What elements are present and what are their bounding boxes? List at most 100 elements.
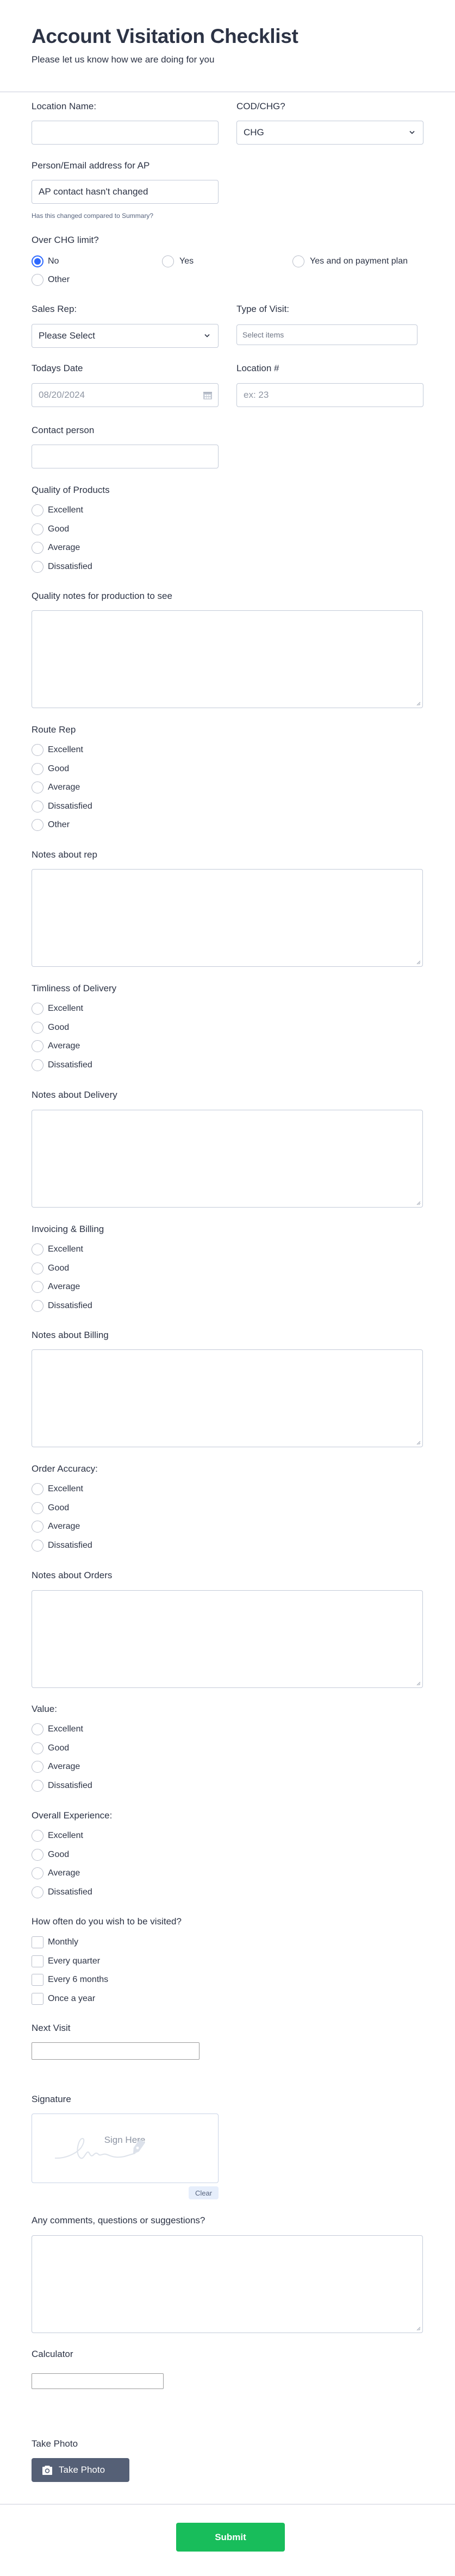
- radio-button[interactable]: [32, 1830, 43, 1842]
- radio-option[interactable]: Average: [32, 542, 162, 554]
- radio-button-selected[interactable]: [32, 255, 43, 267]
- radio-option[interactable]: Dissatisfied: [32, 560, 162, 573]
- notes-textarea[interactable]: [32, 869, 423, 967]
- calculator-input[interactable]: [32, 2373, 164, 2389]
- ap-contact-input[interactable]: AP contact hasn't changed: [32, 180, 219, 204]
- radio-option[interactable]: Dissatisfied: [32, 1539, 162, 1552]
- radio-button[interactable]: [32, 744, 43, 756]
- resize-handle-icon[interactable]: [416, 1681, 421, 1686]
- radio-option[interactable]: Average: [32, 1040, 162, 1053]
- radio-option[interactable]: Average: [32, 1867, 162, 1880]
- radio-option[interactable]: Average: [32, 1281, 162, 1293]
- type-of-visit-multiselect[interactable]: Select items: [236, 324, 417, 345]
- resize-handle-icon[interactable]: [416, 1441, 421, 1445]
- radio-button[interactable]: [32, 274, 43, 286]
- radio-button[interactable]: [32, 1299, 43, 1312]
- notes-textarea[interactable]: [32, 1590, 423, 1688]
- radio-button[interactable]: [32, 781, 43, 794]
- resize-handle-icon[interactable]: [416, 702, 421, 706]
- radio-option[interactable]: Other: [32, 819, 162, 831]
- radio-button[interactable]: [32, 1021, 43, 1034]
- radio-option[interactable]: Average: [32, 1761, 162, 1773]
- radio-button[interactable]: [32, 1779, 43, 1792]
- location-number-input[interactable]: ex: 23: [236, 383, 423, 407]
- radio-button[interactable]: [32, 1262, 43, 1274]
- radio-option-no[interactable]: No: [32, 255, 162, 267]
- comments-textarea[interactable]: [32, 2235, 423, 2333]
- radio-button[interactable]: [32, 1059, 43, 1071]
- radio-option[interactable]: Good: [32, 1742, 162, 1754]
- radio-option[interactable]: Good: [32, 762, 162, 775]
- radio-button[interactable]: [32, 523, 43, 535]
- radio-button[interactable]: [32, 1281, 43, 1293]
- checkbox[interactable]: [32, 1936, 43, 1948]
- signature-clear-button[interactable]: Clear: [189, 2186, 219, 2199]
- radio-option[interactable]: Excellent: [32, 744, 162, 756]
- radio-option[interactable]: Excellent: [32, 1830, 162, 1842]
- checkbox-option[interactable]: Monthly: [32, 1936, 162, 1948]
- take-photo-button[interactable]: Take Photo: [32, 2458, 129, 2482]
- sales-rep-select[interactable]: Please Select: [32, 324, 219, 348]
- radio-button[interactable]: [32, 1502, 43, 1514]
- radio-option[interactable]: Good: [32, 1262, 162, 1274]
- radio-button[interactable]: [32, 1521, 43, 1533]
- radio-button[interactable]: [32, 1723, 43, 1735]
- resize-handle-icon[interactable]: [416, 960, 421, 965]
- radio-option[interactable]: Excellent: [32, 1723, 162, 1735]
- radio-option[interactable]: Average: [32, 1521, 162, 1533]
- checkbox-option[interactable]: Every 6 months: [32, 1974, 162, 1986]
- radio-button[interactable]: [32, 1003, 43, 1015]
- radio-option-other[interactable]: Other: [32, 274, 162, 286]
- checkbox[interactable]: [32, 1955, 43, 1967]
- radio-button[interactable]: [32, 1483, 43, 1495]
- contact-person-input[interactable]: [32, 445, 219, 468]
- checkbox[interactable]: [32, 1992, 43, 2005]
- radio-button[interactable]: [32, 819, 43, 831]
- radio-option[interactable]: Excellent: [32, 1483, 162, 1495]
- resize-handle-icon[interactable]: [416, 1201, 421, 1205]
- checkbox-option[interactable]: Once a year: [32, 1992, 162, 2005]
- radio-button[interactable]: [32, 1243, 43, 1255]
- radio-option[interactable]: Good: [32, 1021, 162, 1034]
- radio-option[interactable]: Dissatisfied: [32, 1886, 162, 1898]
- radio-option[interactable]: Average: [32, 781, 162, 794]
- radio-button[interactable]: [32, 1742, 43, 1754]
- radio-option[interactable]: Dissatisfied: [32, 1299, 162, 1312]
- radio-option[interactable]: Good: [32, 1502, 162, 1514]
- radio-button[interactable]: [32, 762, 43, 775]
- radio-option[interactable]: Dissatisfied: [32, 1059, 162, 1071]
- calendar-icon[interactable]: [203, 390, 213, 400]
- radio-option[interactable]: Dissatisfied: [32, 800, 162, 812]
- radio-option[interactable]: Excellent: [32, 1243, 162, 1255]
- radio-option[interactable]: Good: [32, 1848, 162, 1861]
- radio-button[interactable]: [162, 255, 174, 267]
- cod-chg-select[interactable]: CHG: [236, 121, 423, 145]
- radio-button[interactable]: [32, 1867, 43, 1880]
- signature-pad[interactable]: Sign Here: [32, 2114, 219, 2183]
- submit-button[interactable]: Submit: [176, 2523, 285, 2552]
- notes-textarea[interactable]: [32, 1349, 423, 1447]
- radio-button[interactable]: [32, 1848, 43, 1861]
- checkbox[interactable]: [32, 1974, 43, 1986]
- radio-button[interactable]: [32, 560, 43, 573]
- radio-button[interactable]: [32, 1040, 43, 1053]
- radio-button[interactable]: [292, 255, 304, 267]
- notes-textarea[interactable]: [32, 1110, 423, 1208]
- resize-handle-icon[interactable]: [416, 2327, 421, 2331]
- radio-option-yes[interactable]: Yes: [162, 255, 292, 267]
- notes-textarea[interactable]: [32, 610, 423, 708]
- radio-button[interactable]: [32, 1886, 43, 1898]
- radio-button[interactable]: [32, 504, 43, 516]
- checkbox-option[interactable]: Every quarter: [32, 1955, 162, 1967]
- location-name-input[interactable]: [32, 121, 219, 145]
- radio-option-yes-payment-plan[interactable]: Yes and on payment plan: [292, 255, 423, 267]
- todays-date-input[interactable]: 08/20/2024: [32, 383, 219, 407]
- radio-button[interactable]: [32, 542, 43, 554]
- radio-button[interactable]: [32, 1539, 43, 1552]
- radio-option[interactable]: Excellent: [32, 1003, 162, 1015]
- radio-option[interactable]: Good: [32, 523, 162, 535]
- next-visit-input[interactable]: [32, 2042, 200, 2060]
- radio-option[interactable]: Excellent: [32, 504, 162, 516]
- radio-button[interactable]: [32, 1761, 43, 1773]
- radio-button[interactable]: [32, 800, 43, 812]
